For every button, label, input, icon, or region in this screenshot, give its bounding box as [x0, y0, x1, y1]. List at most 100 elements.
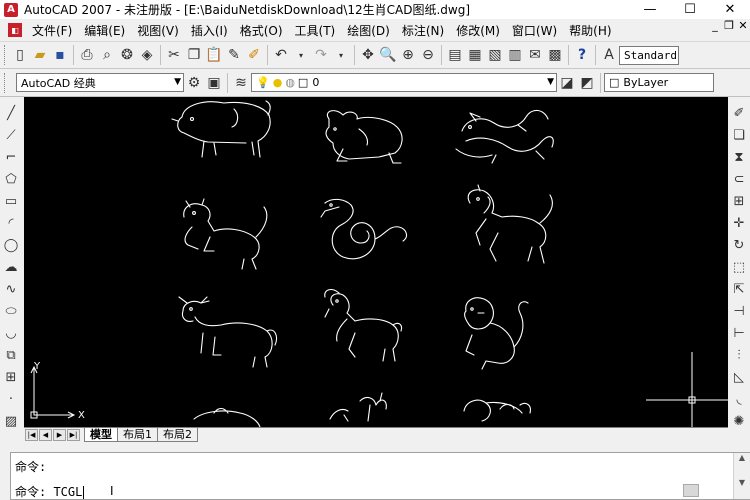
calculator-icon[interactable]: ▩	[545, 45, 565, 65]
array-icon[interactable]: ⊞	[729, 191, 749, 211]
doc-close-button[interactable]: ✕	[736, 19, 750, 32]
3d-dwf-icon[interactable]: ◈	[137, 45, 157, 65]
close-button[interactable]: ✕	[710, 0, 750, 19]
design-center-icon[interactable]: ▦	[465, 45, 485, 65]
menu-help[interactable]: 帮助(H)	[563, 22, 617, 39]
tab-layout1[interactable]: 布局1	[117, 427, 158, 442]
toolbar-grip[interactable]	[4, 45, 7, 65]
copy-icon[interactable]: ❐	[184, 45, 204, 65]
chamfer-icon[interactable]: ◺	[729, 367, 749, 387]
match-properties-icon[interactable]: ✎	[224, 45, 244, 65]
previous-tab-button[interactable]: ◀	[39, 428, 52, 441]
menu-draw[interactable]: 绘图(D)	[341, 22, 396, 39]
cut-icon[interactable]: ✂	[164, 45, 184, 65]
redo-icon[interactable]: ↷	[311, 45, 331, 65]
open-icon[interactable]: ▰	[30, 45, 50, 65]
insert-block-icon[interactable]: ⧉	[1, 345, 21, 365]
erase-icon[interactable]: ✐	[729, 103, 749, 123]
menu-dimension[interactable]: 标注(N)	[396, 22, 450, 39]
fillet-icon[interactable]: ◟	[729, 389, 749, 409]
doc-restore-button[interactable]: ❐	[722, 19, 736, 32]
command-resize-handle[interactable]	[683, 484, 699, 497]
maximize-button[interactable]: ☐	[670, 0, 710, 19]
scroll-down-icon[interactable]: ▼	[734, 478, 750, 487]
arc-icon[interactable]: ◜	[1, 213, 21, 233]
print-preview-icon[interactable]: ⌕	[97, 45, 117, 65]
sheet-set-icon[interactable]: ▥	[505, 45, 525, 65]
redo-dropdown-icon[interactable]: ▾	[331, 45, 351, 65]
layer-dropdown[interactable]: 💡 ● ◍ □ 0 ▼	[251, 73, 557, 92]
layer-previous-icon[interactable]: ◩	[577, 73, 597, 93]
tab-model[interactable]: 模型	[84, 427, 118, 442]
help-icon[interactable]: ?	[572, 45, 592, 65]
block-editor-icon[interactable]: ✐	[244, 45, 264, 65]
workspace-settings-icon[interactable]: ⚙	[184, 73, 204, 93]
last-tab-button[interactable]: ▶|	[67, 428, 80, 441]
make-current-layer-icon[interactable]: ◪	[557, 73, 577, 93]
workspace-dropdown[interactable]: AutoCAD 经典 ▼	[16, 73, 184, 92]
tab-layout2[interactable]: 布局2	[157, 427, 198, 442]
ellipse-icon[interactable]: ⬭	[1, 301, 21, 321]
minimize-button[interactable]: —	[630, 0, 670, 19]
break-icon[interactable]: ⫶	[729, 345, 749, 365]
menu-modify[interactable]: 修改(M)	[450, 22, 506, 39]
zoom-previous-icon[interactable]: ⊖	[418, 45, 438, 65]
make-block-icon[interactable]: ⊞	[1, 367, 21, 387]
autocad-app-icon[interactable]: A	[4, 2, 18, 17]
mirror-icon[interactable]: ⧗	[729, 147, 749, 167]
polyline-icon[interactable]: ⌐	[1, 147, 21, 167]
rotate-icon[interactable]: ↻	[729, 235, 749, 255]
text-style-icon[interactable]: A	[599, 45, 619, 65]
menu-insert[interactable]: 插入(I)	[185, 22, 234, 39]
offset-icon[interactable]: ⊂	[729, 169, 749, 189]
next-tab-button[interactable]: ▶	[53, 428, 66, 441]
doc-minimize-button[interactable]: _	[708, 19, 722, 32]
menu-edit[interactable]: 编辑(E)	[78, 22, 131, 39]
stretch-icon[interactable]: ⇱	[729, 279, 749, 299]
command-window[interactable]: 命令: 命令: TCGL	[10, 452, 750, 500]
workspace-save-icon[interactable]: ▣	[204, 73, 224, 93]
undo-icon[interactable]: ↶	[271, 45, 291, 65]
circle-icon[interactable]: ◯	[1, 235, 21, 255]
layer-manager-icon[interactable]: ≋	[231, 73, 251, 93]
revision-cloud-icon[interactable]: ☁	[1, 257, 21, 277]
extend-icon[interactable]: ⊢	[729, 323, 749, 343]
menu-window[interactable]: 窗口(W)	[506, 22, 563, 39]
zoom-window-icon[interactable]: ⊕	[398, 45, 418, 65]
color-dropdown[interactable]: □ ByLayer	[604, 73, 714, 92]
drawing-canvas[interactable]: Y X	[24, 97, 728, 427]
save-icon[interactable]: ▪	[50, 45, 70, 65]
menu-tools[interactable]: 工具(T)	[289, 22, 342, 39]
toolbar-grip[interactable]	[4, 72, 7, 93]
command-scrollbar[interactable]: ▲ ▼	[733, 453, 750, 499]
menu-file[interactable]: 文件(F)	[26, 22, 78, 39]
undo-dropdown-icon[interactable]: ▾	[291, 45, 311, 65]
first-tab-button[interactable]: |◀	[25, 428, 38, 441]
point-icon[interactable]: ·	[1, 389, 21, 409]
trim-icon[interactable]: ⊣	[729, 301, 749, 321]
scale-icon[interactable]: ⬚	[729, 257, 749, 277]
scroll-up-icon[interactable]: ▲	[734, 453, 750, 462]
spline-icon[interactable]: ∿	[1, 279, 21, 299]
print-icon[interactable]: ⎙	[77, 45, 97, 65]
move-icon[interactable]: ✛	[729, 213, 749, 233]
hatch-icon[interactable]: ▨	[1, 411, 21, 431]
document-icon[interactable]: ◧	[8, 23, 22, 37]
pan-icon[interactable]: ✥	[358, 45, 378, 65]
ellipse-arc-icon[interactable]: ◡	[1, 323, 21, 343]
markup-icon[interactable]: ✉	[525, 45, 545, 65]
publish-icon[interactable]: ❂	[117, 45, 137, 65]
line-icon[interactable]: ╱	[1, 103, 21, 123]
menu-format[interactable]: 格式(O)	[234, 22, 289, 39]
text-style-field[interactable]: Standard	[619, 45, 679, 65]
properties-icon[interactable]: ▤	[445, 45, 465, 65]
explode-icon[interactable]: ✺	[729, 411, 749, 431]
copy-object-icon[interactable]: ❏	[729, 125, 749, 145]
construction-line-icon[interactable]: ⟋	[1, 125, 21, 145]
polygon-icon[interactable]: ⬠	[1, 169, 21, 189]
paste-icon[interactable]: 📋	[204, 45, 224, 65]
new-icon[interactable]: ▯	[10, 45, 30, 65]
menu-view[interactable]: 视图(V)	[131, 22, 185, 39]
zoom-realtime-icon[interactable]: 🔍	[378, 45, 398, 65]
tool-palettes-icon[interactable]: ▧	[485, 45, 505, 65]
